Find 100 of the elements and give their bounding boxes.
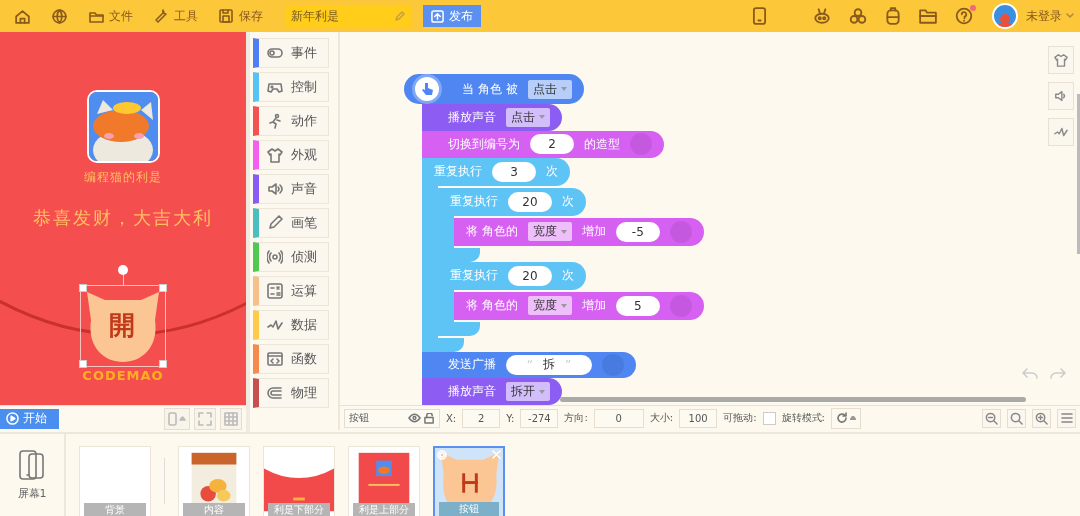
dropdown[interactable]: 点击: [527, 79, 572, 99]
notification-dot: [970, 5, 976, 11]
undo-icon[interactable]: [1022, 367, 1038, 381]
category-tab[interactable]: 控制: [253, 72, 329, 102]
menu-button[interactable]: 文件: [80, 2, 141, 30]
speaker-icon: [267, 181, 283, 197]
screen-tab[interactable]: 屏幕1: [0, 434, 66, 516]
code-block[interactable]: 将 角色的 宽度 增加 5: [454, 291, 704, 320]
zoom-out-button[interactable]: [982, 408, 1001, 428]
loop-block[interactable]: 重复执行 20 次: [438, 261, 586, 290]
menu-icon: [1060, 412, 1073, 424]
category-tab[interactable]: 物理: [253, 378, 329, 408]
rotate-handle[interactable]: [118, 265, 128, 275]
category-tab[interactable]: 外观: [253, 140, 329, 170]
code-block[interactable]: 播放声音 拆开: [422, 378, 562, 405]
rotation-select[interactable]: [830, 407, 861, 429]
screen-label: 屏幕1: [17, 485, 47, 501]
lock-icon[interactable]: [424, 412, 435, 424]
field-label: X:: [446, 412, 457, 424]
category-tab[interactable]: 声音: [253, 174, 329, 204]
line-graph-icon: [267, 317, 283, 333]
size-field[interactable]: 100: [679, 408, 718, 428]
y-field[interactable]: -274: [520, 408, 559, 428]
caret-icon[interactable]: [1066, 13, 1074, 19]
number-input[interactable]: 2: [530, 134, 574, 155]
code-block[interactable]: 将 角色的 宽度 增加 -5: [454, 217, 704, 246]
checkbox[interactable]: [762, 411, 776, 425]
menu-button[interactable]: [1057, 408, 1076, 428]
resize-handle[interactable]: [159, 284, 167, 292]
menu-button[interactable]: 保存: [210, 2, 271, 30]
block-label: 重复执行: [450, 193, 498, 210]
code-block[interactable]: 切换到编号为 2 的造型: [422, 130, 664, 158]
direction-field[interactable]: 0: [593, 408, 644, 428]
category-tab[interactable]: 动作: [253, 106, 329, 136]
fullscreen-button[interactable]: [194, 407, 216, 430]
avatar[interactable]: [992, 3, 1018, 29]
speaker-icon: [1054, 89, 1068, 103]
scrollbar[interactable]: [560, 397, 1026, 402]
block-label: 增加: [581, 223, 606, 240]
zoom-reset-button[interactable]: [1007, 408, 1026, 428]
caret-icon: [849, 416, 856, 420]
number-input[interactable]: 20: [508, 191, 552, 212]
loop-block[interactable]: 重复执行 3 次: [422, 157, 570, 186]
block-label: 当 角色 被: [462, 80, 518, 98]
costume-button[interactable]: [1048, 46, 1074, 74]
resize-handle[interactable]: [79, 360, 87, 368]
code-block[interactable]: 发送广播 “ 拆 ”: [422, 351, 636, 379]
zoom-in-button[interactable]: [1032, 408, 1051, 428]
user-name[interactable]: 未登录: [1026, 7, 1062, 25]
loop-block[interactable]: 重复执行 20 次: [438, 187, 586, 216]
variable-button[interactable]: [1048, 118, 1074, 146]
close-icon[interactable]: [492, 450, 501, 459]
shirt-icon: [1054, 53, 1068, 67]
redo-icon[interactable]: [1050, 367, 1066, 381]
hexagons-icon[interactable]: [849, 7, 867, 25]
menu-button[interactable]: 工具: [145, 2, 206, 30]
folder-icon[interactable]: [919, 8, 937, 24]
device-select[interactable]: [164, 407, 190, 430]
name-field[interactable]: 按钮: [344, 408, 440, 428]
tablet-icon[interactable]: [752, 7, 767, 25]
number-input[interactable]: 3: [492, 161, 536, 182]
backpack-icon[interactable]: [885, 7, 901, 25]
event-block[interactable]: 当 角色 被 点击: [404, 74, 584, 104]
gear-icon[interactable]: [437, 450, 447, 460]
text-input[interactable]: “ 拆 ”: [506, 354, 592, 375]
x-field[interactable]: 2: [462, 408, 501, 428]
field-label: 旋转模式:: [781, 411, 825, 425]
category-tab[interactable]: 事件: [253, 38, 329, 68]
project-name-field[interactable]: 新年利是: [285, 5, 411, 27]
block-label: 次: [546, 163, 558, 180]
dropdown[interactable]: 点击: [506, 107, 550, 127]
dropdown[interactable]: 拆开: [506, 382, 550, 402]
robot-icon[interactable]: [813, 7, 831, 25]
fullscreen-icon: [198, 411, 212, 426]
resize-handle[interactable]: [159, 360, 167, 368]
number-input[interactable]: 5: [615, 295, 660, 316]
dropdown[interactable]: 宽度: [527, 222, 572, 241]
help-icon[interactable]: [955, 7, 973, 25]
category-tab[interactable]: 运算: [253, 276, 329, 306]
brand-text: CODEMAO: [82, 368, 164, 383]
category-tab[interactable]: 函数: [253, 344, 329, 374]
scrollbar[interactable]: [1077, 94, 1080, 254]
category-tab[interactable]: 画笔: [253, 208, 329, 238]
tablet-icon: [19, 449, 45, 482]
block-label: 将 角色的: [466, 297, 518, 314]
eye-icon[interactable]: [408, 413, 421, 423]
dropdown[interactable]: 宽度: [527, 296, 572, 315]
resize-handle[interactable]: [79, 284, 87, 292]
home-icon: [14, 7, 31, 25]
number-input[interactable]: -5: [615, 221, 660, 242]
category-tab[interactable]: 数据: [253, 310, 329, 340]
magnet-icon: [267, 385, 283, 401]
sprite-glyph: 開: [109, 309, 135, 342]
category-tab[interactable]: 侦测: [253, 242, 329, 272]
loop-end: [438, 321, 480, 336]
code-block[interactable]: 播放声音 点击: [422, 104, 562, 131]
number-input[interactable]: 20: [508, 265, 552, 286]
grid-button[interactable]: [220, 407, 242, 430]
sound-button[interactable]: [1048, 82, 1074, 110]
upload-icon: [431, 9, 444, 23]
